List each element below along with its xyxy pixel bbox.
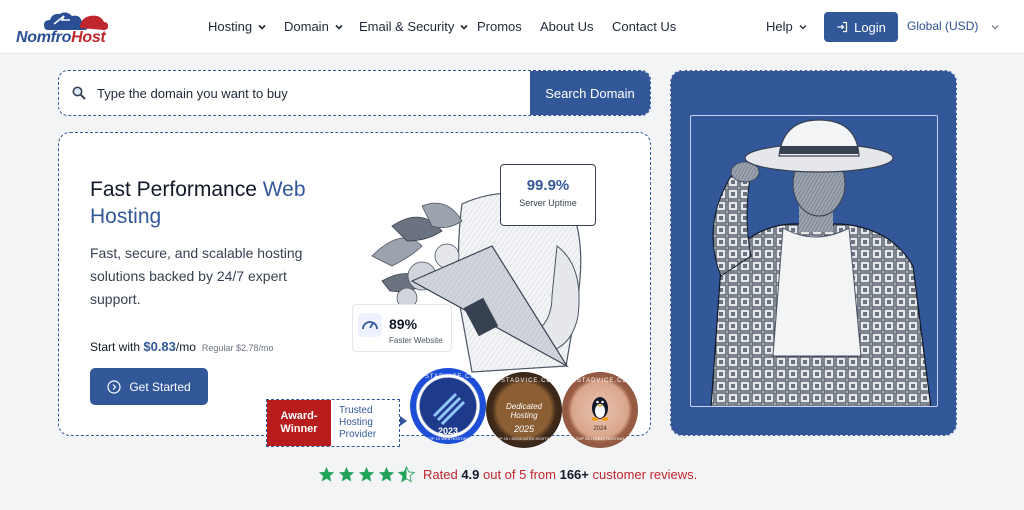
chevron-down-icon[interactable] [990, 22, 1000, 32]
hostadvice-2024-linux-badge: HOSTADVICE.COM 2024 TOP 25 • LINUX HOSTI… [562, 372, 638, 448]
nav-hosting[interactable]: Hosting [208, 19, 267, 34]
nav-email-security[interactable]: Email & Security [359, 19, 469, 34]
login-icon [837, 21, 848, 33]
hero-title: Fast Performance Web Hosting [90, 178, 306, 228]
uptime-label: Server Uptime [519, 198, 577, 208]
award-winner-label: Award-Winner [267, 400, 331, 446]
star-icon [358, 466, 375, 482]
starting-price: Start with $0.83/mo Regular $2.78/mo [90, 339, 274, 354]
nav-contact-us[interactable]: Contact Us [612, 19, 676, 34]
chevron-down-icon [460, 24, 468, 30]
domain-search-bar: Search Domain [58, 70, 651, 116]
search-domain-button[interactable]: Search Domain [530, 71, 650, 115]
trusted-provider-text: Trusted Hosting Provider [339, 405, 377, 440]
speed-value: 89% [389, 316, 418, 332]
speedometer-icon [358, 313, 382, 337]
domain-search-input[interactable] [97, 71, 529, 115]
nomfrohost-logo[interactable]: NomfroHost [16, 10, 116, 46]
award-arrow [400, 416, 407, 426]
arrow-circle-right-icon [107, 379, 121, 394]
star-icon [318, 466, 335, 482]
nav-promos[interactable]: Promos [477, 19, 522, 34]
hostadvice-2023-badge: HOSTADVICE.COM 2023 TOP 10 WEB HOSTING [410, 368, 486, 444]
award-winner-badge: Award-Winner Trusted Hosting Provider [266, 399, 400, 447]
chevron-down-icon [258, 24, 266, 30]
star-icon [378, 466, 395, 482]
nav-help[interactable]: Help [766, 19, 808, 34]
speed-label: Faster Website [389, 336, 443, 345]
nav-about-us[interactable]: About Us [540, 19, 593, 34]
hero-subtitle: Fast, secure, and scalable hosting solut… [90, 245, 303, 307]
regular-price: Regular $2.78/mo [201, 343, 274, 353]
top-navbar: NomfroHost Hosting Domain Email & Securi… [0, 0, 1024, 54]
hostadvice-2025-dedicated-badge: HOSTADVICE.COM Dedicated Hosting 2025 TO… [486, 372, 562, 448]
nav-domain[interactable]: Domain [284, 19, 344, 34]
chevron-down-icon [335, 24, 343, 30]
login-button[interactable]: Login [824, 12, 898, 42]
currency-selector[interactable]: Global (USD) [907, 19, 978, 33]
woman-portrait-illustration [710, 119, 932, 406]
rating-summary: Rated 4.9 out of 5 from 166+ customer re… [423, 467, 698, 482]
uptime-value: 99.9% [526, 177, 570, 194]
portrait-illustration-frame [690, 115, 938, 407]
star-icon [338, 466, 355, 482]
search-icon [72, 86, 86, 100]
star-half-icon [398, 466, 415, 483]
chevron-down-icon [799, 24, 807, 29]
speed-stat-card: 89% Faster Website [352, 304, 452, 352]
logo-wordmark: NomfroHost [16, 29, 106, 46]
customer-rating: Rated 4.9 out of 5 from 166+ customer re… [318, 466, 697, 483]
rating-stars [318, 466, 415, 483]
uptime-stat-card: 99.9% Server Uptime [500, 164, 596, 226]
get-started-button[interactable]: Get Started [90, 368, 208, 405]
